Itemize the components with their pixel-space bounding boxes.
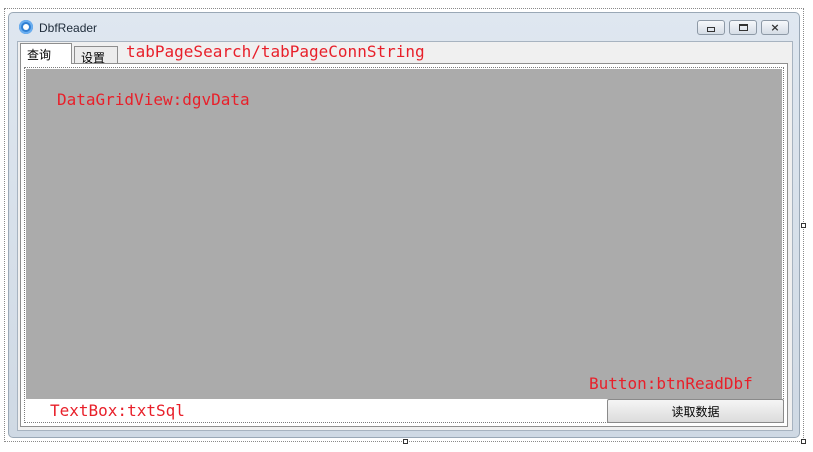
read-data-button[interactable]: 读取数据	[607, 399, 784, 423]
tab-search[interactable]: 查询	[20, 43, 72, 64]
title-bar[interactable]: DbfReader ×	[9, 13, 799, 41]
close-icon: ×	[770, 21, 780, 34]
maximize-button[interactable]	[729, 20, 757, 35]
resize-handle-right[interactable]	[801, 223, 806, 228]
data-grid[interactable]	[26, 69, 782, 399]
tab-settings[interactable]: 设置	[74, 46, 118, 65]
annotation-textbox: TextBox:txtSql	[50, 401, 185, 420]
close-button[interactable]: ×	[761, 20, 789, 35]
resize-handle-bottom[interactable]	[403, 439, 408, 444]
app-icon	[19, 20, 33, 34]
annotation-grid: DataGridView:dgvData	[57, 90, 250, 109]
maximize-icon	[738, 24, 748, 31]
minimize-button[interactable]	[697, 20, 725, 35]
tab-page-search: 读取数据	[20, 63, 788, 427]
annotation-button: Button:btnReadDbf	[589, 374, 753, 393]
resize-handle-corner[interactable]	[801, 439, 806, 444]
annotation-tab-pages: tabPageSearch/tabPageConnString	[126, 42, 425, 61]
window-title: DbfReader	[39, 21, 98, 35]
minimize-icon	[707, 26, 715, 32]
